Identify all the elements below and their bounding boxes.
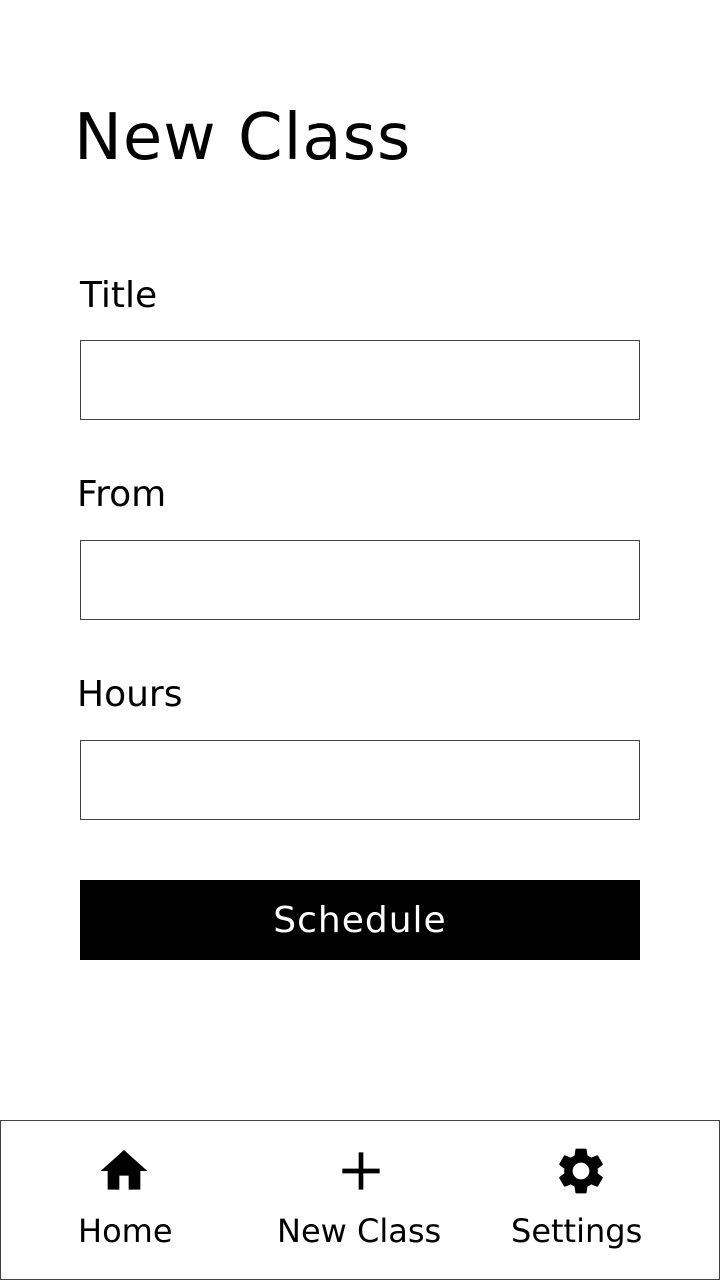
nav-label-home: Home bbox=[78, 1212, 173, 1250]
from-input[interactable] bbox=[80, 540, 640, 620]
title-label: Title bbox=[80, 275, 158, 316]
nav-item-new-class[interactable]: New Class bbox=[263, 1121, 459, 1279]
hours-label: Hours bbox=[77, 674, 183, 715]
nav-label-settings: Settings bbox=[511, 1212, 643, 1250]
nav-item-home[interactable]: Home bbox=[51, 1121, 201, 1279]
plus-icon bbox=[333, 1143, 389, 1199]
nav-label-new-class: New Class bbox=[277, 1212, 442, 1250]
gear-icon bbox=[553, 1143, 609, 1199]
hours-input[interactable] bbox=[80, 740, 640, 820]
bottom-nav: Home New Class Settings bbox=[0, 1120, 720, 1280]
from-label: From bbox=[77, 474, 167, 515]
schedule-button[interactable]: Schedule bbox=[80, 880, 640, 960]
nav-item-settings[interactable]: Settings bbox=[499, 1121, 649, 1279]
title-input[interactable] bbox=[80, 340, 640, 420]
home-icon bbox=[96, 1143, 152, 1199]
page-title: New Class bbox=[74, 101, 412, 175]
